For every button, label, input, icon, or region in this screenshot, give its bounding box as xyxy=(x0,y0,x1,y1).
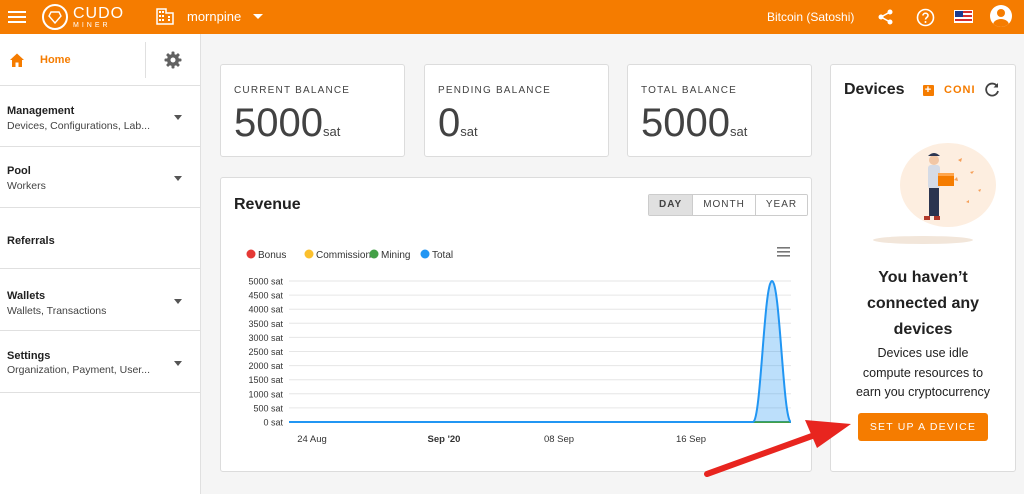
sidebar-item-settings[interactable]: Settings Organization, Payment, User... xyxy=(0,333,201,393)
legend-marker xyxy=(369,249,379,259)
gear-icon[interactable] xyxy=(164,51,182,69)
account-icon[interactable] xyxy=(990,5,1012,27)
devices-card: Devices + CONI You haven’t connected any… xyxy=(830,64,1016,472)
connect-device-label: CONI xyxy=(944,84,976,96)
x-tick-label: 16 Sep xyxy=(676,434,706,445)
y-tick-label: 2000 sat xyxy=(248,361,283,371)
share-icon[interactable] xyxy=(875,6,897,28)
chevron-down-icon xyxy=(174,176,182,181)
devices-title: Devices xyxy=(844,81,905,98)
org-name: mornpine xyxy=(187,8,242,24)
menu-icon[interactable] xyxy=(8,8,26,26)
logo-word: CUDO xyxy=(73,4,125,22)
sidebar-item-subtitle: Workers xyxy=(7,180,46,192)
legend-label: Bonus xyxy=(258,250,286,261)
legend-marker xyxy=(246,249,256,259)
sidebar-item-title: Pool xyxy=(7,165,31,177)
x-tick-label: Sep '20 xyxy=(428,434,461,445)
revenue-card: Revenue DAY MONTH YEAR Bonus Commission Mi… xyxy=(220,177,812,472)
pending-balance-card: PENDING BALANCE 0sat xyxy=(424,64,609,157)
org-selector[interactable]: mornpine xyxy=(156,7,264,25)
y-tick-label: 3500 sat xyxy=(248,319,283,329)
chevron-down-icon xyxy=(174,115,182,120)
sidebar-item-management[interactable]: Management Devices, Configurations, Lab.… xyxy=(0,87,201,147)
sidebar-item-referrals[interactable]: Referrals xyxy=(0,209,201,269)
sidebar-item-title: Settings xyxy=(7,350,51,362)
plus-icon: + xyxy=(923,83,934,96)
sidebar-item-subtitle: Devices, Configurations, Lab... xyxy=(7,120,150,132)
divider xyxy=(145,42,146,78)
balance-value: 5000sat xyxy=(234,101,341,145)
y-tick-label: 1000 sat xyxy=(248,389,283,399)
y-tick-label: 4000 sat xyxy=(248,305,283,315)
empty-state-heading: You haven’t connected any devices xyxy=(866,269,980,338)
currency-selector[interactable]: Bitcoin (Satoshi) xyxy=(767,10,854,24)
x-tick-label: 08 Sep xyxy=(544,434,574,445)
delivery-person-illustration xyxy=(873,143,996,244)
logo-mark-icon xyxy=(42,4,68,30)
top-bar: CUDO MINER mornpine Bitcoin (Satoshi) xyxy=(0,0,1024,34)
help-icon[interactable] xyxy=(914,6,936,28)
y-tick-label: 1500 sat xyxy=(248,375,283,385)
chart-menu-icon xyxy=(777,247,790,249)
chevron-down-icon xyxy=(253,13,264,19)
set-up-device-button[interactable]: SET UP A DEVICE xyxy=(858,413,988,441)
legend-label: Mining xyxy=(381,250,410,261)
sidebar-item-wallets[interactable]: Wallets Wallets, Transactions xyxy=(0,271,201,331)
sidebar-item-subtitle: Wallets, Transactions xyxy=(7,305,107,317)
legend-label: Commission xyxy=(316,250,371,261)
building-icon xyxy=(156,8,174,25)
connect-device-button[interactable]: + CONI xyxy=(923,84,976,96)
balance-label: TOTAL BALANCE xyxy=(641,85,737,96)
x-tick-label: 24 Aug xyxy=(297,434,327,445)
revenue-chart: Bonus Commission Mining Total 5000 sat 4500 s… xyxy=(246,247,792,445)
balance-value: 0sat xyxy=(438,101,478,145)
current-balance-card: CURRENT BALANCE 5000sat xyxy=(220,64,405,157)
sidebar-item-home[interactable]: Home xyxy=(0,34,201,86)
legend-marker xyxy=(420,249,430,259)
balance-value: 5000sat xyxy=(641,101,748,145)
balance-label: PENDING BALANCE xyxy=(438,85,552,96)
sidebar-item-title: Wallets xyxy=(7,290,46,302)
sidebar-item-title: Referrals xyxy=(7,235,55,247)
home-icon xyxy=(10,53,24,67)
empty-state-text: Devices use idle compute resources to ea… xyxy=(855,346,991,399)
chevron-down-icon xyxy=(174,361,182,366)
legend-label: Total xyxy=(432,250,453,261)
sidebar: Home Management Devices, Configurations,… xyxy=(0,34,201,494)
chart-menu-icon xyxy=(777,255,790,257)
sidebar-item-label: Home xyxy=(40,54,71,66)
us-flag-icon[interactable] xyxy=(954,10,973,23)
y-tick-label: 3000 sat xyxy=(248,333,283,343)
y-tick-label: 2500 sat xyxy=(248,347,283,357)
refresh-icon[interactable] xyxy=(984,82,1000,98)
sidebar-item-subtitle: Organization, Payment, User... xyxy=(7,364,150,376)
balance-label: CURRENT BALANCE xyxy=(234,85,351,96)
y-tick-label: 0 sat xyxy=(263,418,283,428)
total-balance-card: TOTAL BALANCE 5000sat xyxy=(627,64,812,157)
legend-marker xyxy=(304,249,314,259)
y-tick-label: 500 sat xyxy=(253,403,283,413)
logo-sub: MINER xyxy=(73,21,111,29)
chart-menu-icon xyxy=(777,251,790,253)
y-tick-label: 4500 sat xyxy=(248,291,283,301)
chevron-down-icon xyxy=(174,299,182,304)
cudo-miner-logo[interactable]: CUDO MINER xyxy=(42,3,124,31)
y-tick-label: 5000 sat xyxy=(248,277,283,287)
sidebar-item-pool[interactable]: Pool Workers xyxy=(0,148,201,208)
sidebar-item-title: Management xyxy=(7,105,75,117)
